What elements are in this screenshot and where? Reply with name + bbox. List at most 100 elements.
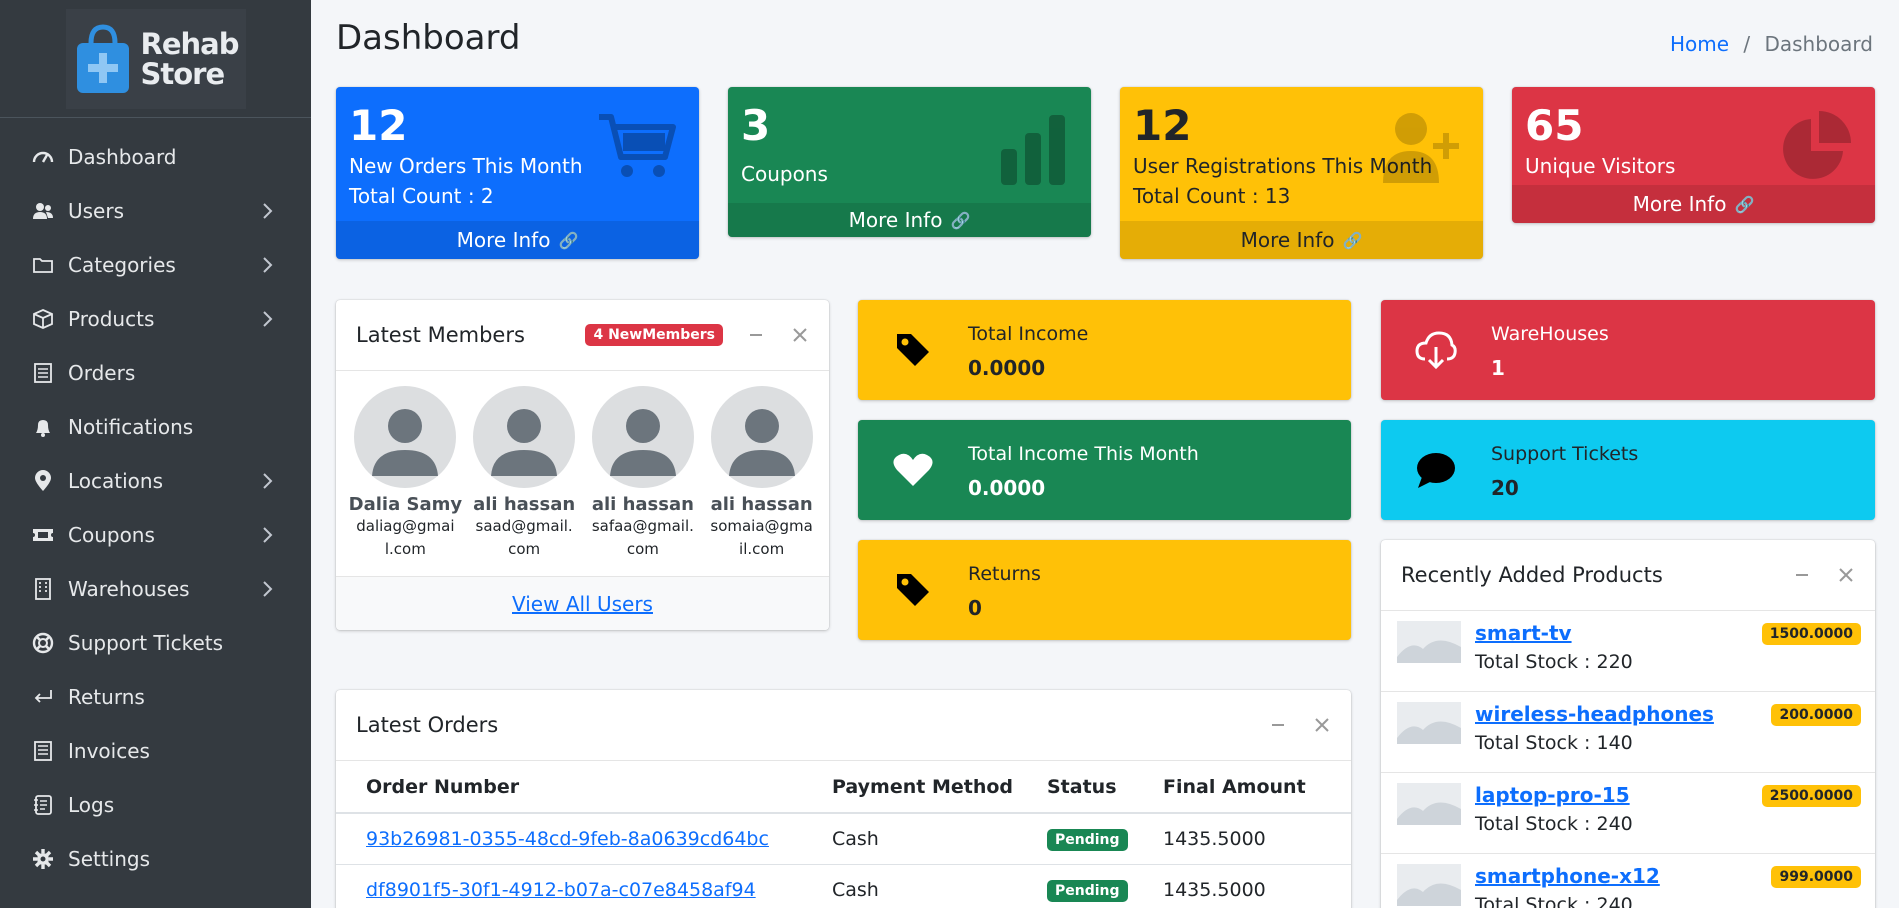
- sidebar-item-users[interactable]: Users: [0, 184, 311, 238]
- breadcrumb: Home / Dashboard: [1670, 32, 1873, 56]
- gear-icon: [32, 848, 54, 870]
- collapse-button[interactable]: [745, 324, 767, 346]
- more-info-link[interactable]: More Info 🔗: [1512, 185, 1875, 223]
- member-item[interactable]: ali hassan saad@gmail.com: [465, 386, 584, 561]
- member-item[interactable]: Dalia Samy daliag@gmail.com: [346, 386, 465, 561]
- box-icon: [32, 308, 54, 330]
- member-name: Dalia Samy: [348, 494, 463, 515]
- sidebar-item-locations[interactable]: Locations: [0, 454, 311, 508]
- price-badge: 1500.0000: [1761, 623, 1861, 645]
- more-info-link[interactable]: More Info 🔗: [336, 221, 699, 259]
- price-badge: 999.0000: [1771, 866, 1861, 888]
- minus-icon: [750, 334, 762, 336]
- sidebar-item-support-tickets[interactable]: Support Tickets: [0, 616, 311, 670]
- table-row: 93b26981-0355-48cd-9feb-8a0639cd64bc Cash…: [336, 813, 1351, 865]
- product-image-placeholder-icon: [1397, 864, 1461, 906]
- brand-line-2: Store: [140, 56, 226, 91]
- remove-button[interactable]: [1835, 564, 1857, 586]
- sidebar-item-settings[interactable]: Settings: [0, 832, 311, 886]
- coupons-box: 3 Coupons More Info 🔗: [728, 87, 1091, 237]
- sidebar-item-dashboard[interactable]: Dashboard: [0, 130, 311, 184]
- sidebar-item-label: Locations: [68, 469, 164, 493]
- more-info-link[interactable]: More Info 🔗: [728, 203, 1091, 237]
- order-number-link[interactable]: 93b26981-0355-48cd-9feb-8a0639cd64bc: [366, 828, 769, 850]
- sidebar-item-orders[interactable]: Orders: [0, 346, 311, 400]
- sidebar-item-categories[interactable]: Categories: [0, 238, 311, 292]
- card-header: Recently Added Products: [1381, 540, 1875, 611]
- info-title: WareHouses: [1491, 323, 1609, 345]
- box-sublabel: Total Count : 2: [349, 184, 494, 208]
- view-all-users-link[interactable]: View All Users: [512, 592, 653, 616]
- column-header: Order Number: [336, 761, 832, 814]
- column-header: Payment Method: [832, 761, 1047, 814]
- member-email: saad@gmail.com: [475, 517, 573, 558]
- sidebar-item-label: Users: [68, 199, 125, 223]
- price-badge: 200.0000: [1771, 704, 1861, 726]
- product-link[interactable]: smartphone-x12: [1475, 864, 1660, 888]
- tag-icon: [858, 332, 968, 368]
- chevron-right-icon: [257, 201, 277, 221]
- member-name: ali hassan: [591, 494, 694, 515]
- chevron-right-icon: [257, 579, 277, 599]
- dashboard-icon: [32, 146, 54, 168]
- info-value: 0.0000: [968, 356, 1046, 380]
- list-item: smartphone-x12 Total Stock : 240 999.0000: [1381, 854, 1875, 908]
- member-email: daliag@gmail.com: [356, 517, 455, 558]
- sidebar-item-notifications[interactable]: Notifications: [0, 400, 311, 454]
- product-image-placeholder-icon: [1397, 783, 1461, 825]
- product-image-placeholder-icon: [1397, 702, 1461, 744]
- sidebar: Rehab Store Dashboard Users Categories Prod…: [0, 0, 311, 908]
- collapse-button[interactable]: [1267, 714, 1289, 736]
- breadcrumb-home-link[interactable]: Home: [1670, 32, 1729, 56]
- sidebar-item-coupons[interactable]: Coupons: [0, 508, 311, 562]
- card-header: Latest Orders: [336, 690, 1351, 761]
- minus-icon: [1272, 724, 1284, 726]
- sidebar-item-returns[interactable]: Returns: [0, 670, 311, 724]
- return-arrow-icon: [32, 686, 54, 708]
- avatar: [354, 386, 457, 488]
- more-info-link[interactable]: More Info 🔗: [1120, 221, 1483, 259]
- sidebar-item-warehouses[interactable]: Warehouses: [0, 562, 311, 616]
- order-number-link[interactable]: df8901f5-30f1-4912-b07a-c07e8458af94: [366, 879, 756, 901]
- info-title: Returns: [968, 563, 1041, 585]
- warehouses-box: WareHouses 1: [1381, 300, 1875, 400]
- heart-icon: [858, 452, 968, 488]
- product-link[interactable]: wireless-headphones: [1475, 702, 1714, 726]
- card-tools: [1791, 564, 1857, 586]
- member-name: ali hassan: [710, 494, 813, 515]
- table-row: df8901f5-30f1-4912-b07a-c07e8458af94 Cash…: [336, 864, 1351, 908]
- info-value: 0: [968, 596, 982, 620]
- member-item[interactable]: ali hassan safaa@gmail.com: [584, 386, 703, 561]
- brand-logo[interactable]: Rehab Store: [65, 8, 246, 109]
- brand[interactable]: Rehab Store: [0, 0, 311, 118]
- member-item[interactable]: ali hassan somaia@gmail.com: [702, 386, 821, 561]
- product-link[interactable]: laptop-pro-15: [1475, 783, 1630, 807]
- box-sublabel: Total Count : 13: [1133, 184, 1291, 208]
- sidebar-item-products[interactable]: Products: [0, 292, 311, 346]
- sidebar-item-invoices[interactable]: Invoices: [0, 724, 311, 778]
- sidebar-item-logs[interactable]: Logs: [0, 778, 311, 832]
- product-link[interactable]: smart-tv: [1475, 621, 1572, 645]
- cloud-download-icon: [1381, 329, 1491, 371]
- sidebar-item-label: Orders: [68, 361, 136, 385]
- payment-method: Cash: [832, 813, 1047, 865]
- info-value: 20: [1491, 476, 1519, 500]
- close-icon: [1315, 718, 1329, 732]
- sidebar-item-label: Support Tickets: [68, 631, 224, 655]
- card-tools: 4 NewMembers: [585, 324, 811, 346]
- latest-orders-card: Latest Orders Order Number Payment Metho…: [336, 690, 1351, 908]
- income-this-month-box: Total Income This Month 0.0000: [858, 420, 1351, 520]
- sidebar-item-label: Settings: [68, 847, 151, 871]
- list-item: wireless-headphones Total Stock : 140 200.…: [1381, 692, 1875, 773]
- product-image-placeholder-icon: [1397, 621, 1461, 663]
- orders-table: Order Number Payment Method Status Final…: [336, 761, 1351, 908]
- remove-button[interactable]: [1311, 714, 1333, 736]
- chat-icon: [1381, 451, 1491, 489]
- product-stock: Total Stock : 240: [1475, 894, 1633, 908]
- table-header-row: Order Number Payment Method Status Final…: [336, 761, 1351, 814]
- remove-button[interactable]: [789, 324, 811, 346]
- minus-icon: [1796, 574, 1808, 576]
- collapse-button[interactable]: [1791, 564, 1813, 586]
- cart-icon: [599, 114, 676, 177]
- ticket-icon: [32, 524, 54, 546]
